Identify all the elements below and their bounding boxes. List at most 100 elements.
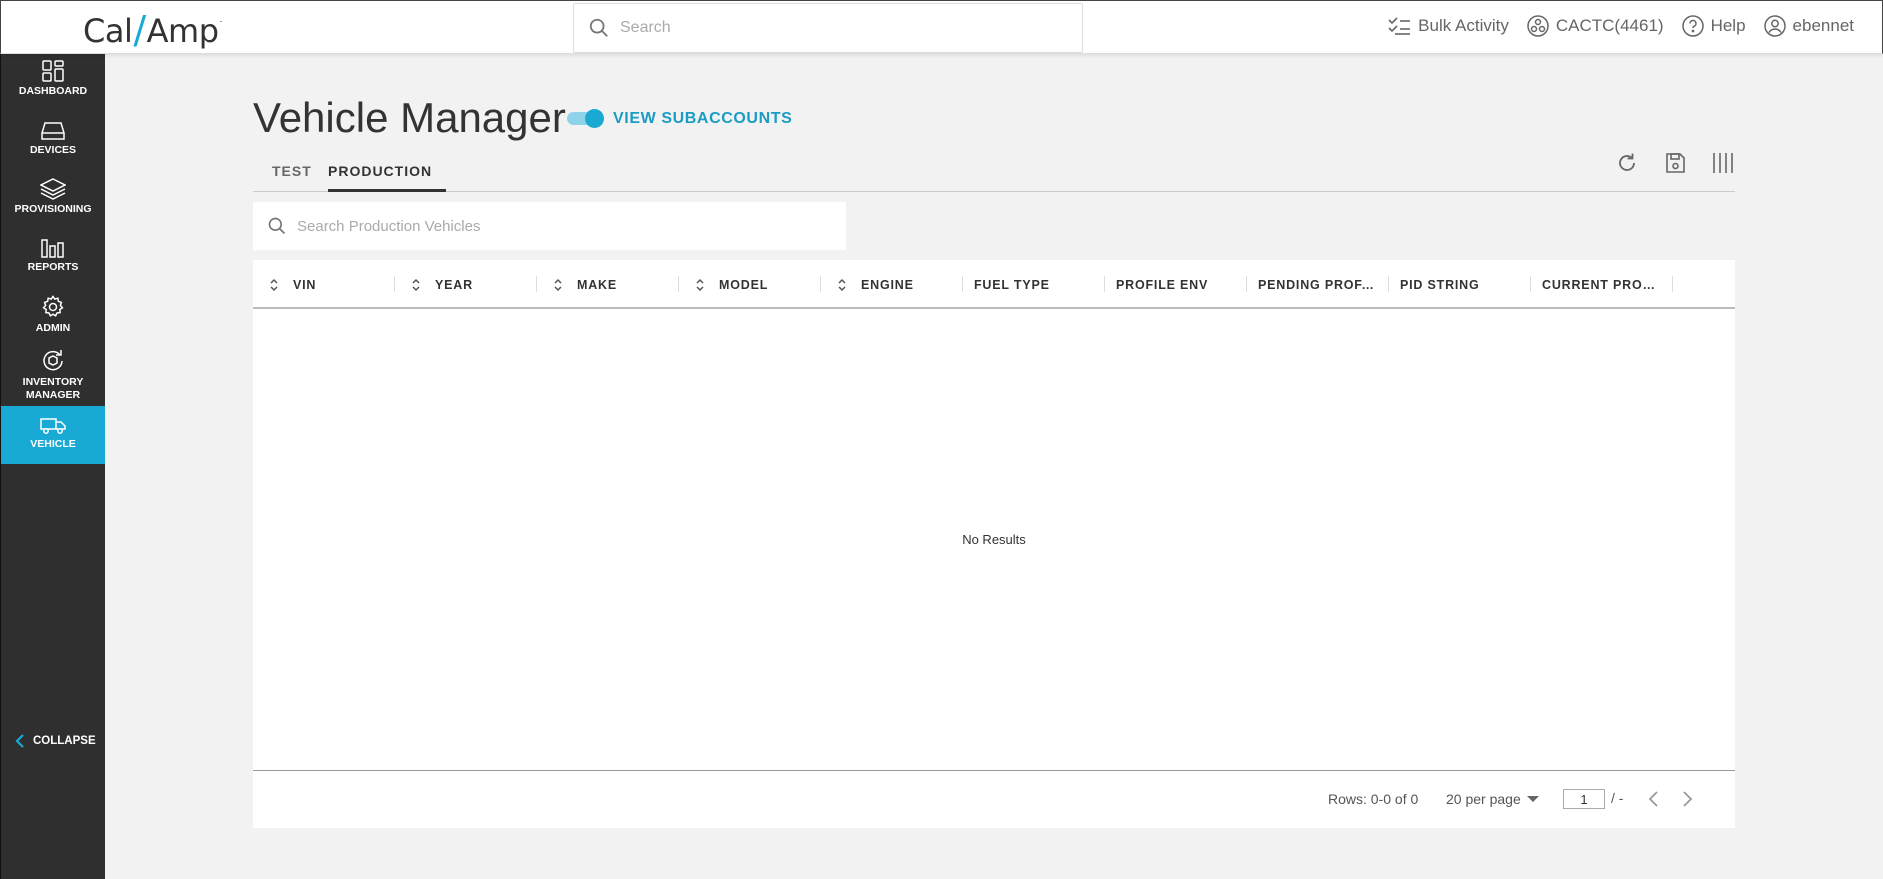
page-title: Vehicle Manager [253,94,566,141]
vehicles-table: VIN YEAR MAKE MODEL ENGINE FUEL TYPE PROFILE E… [253,260,1735,828]
column-header-label: VIN [293,277,317,292]
column-header[interactable]: MAKE [537,260,679,309]
page-number-input[interactable] [1563,789,1605,809]
sort-icon [411,278,427,292]
column-header[interactable]: YEAR [395,260,537,309]
search-icon [268,217,286,235]
columns-icon [1713,153,1733,173]
user-icon [1763,15,1786,37]
logo-text-right: Amp [146,12,219,50]
empty-state-message: No Results [962,532,1026,547]
sidebar-item-label: VEHICLE [30,438,76,450]
inventory-icon [43,350,63,371]
prev-page-button[interactable] [1645,789,1663,809]
caret-down-icon [1526,796,1539,802]
column-header-label: FUEL TYPE [974,277,1050,292]
active-tab-indicator [328,189,446,192]
toggle-knob [585,109,604,128]
column-header-label: MAKE [577,277,618,292]
global-search-input[interactable] [620,19,1060,37]
account-selector[interactable]: CACTC(4461) [1527,15,1664,37]
sidebar-item-admin[interactable]: ADMIN [1,285,105,342]
column-header-label: ENGINE [861,277,914,292]
sidebar-item-vehicle[interactable]: VEHICLE [1,406,105,464]
help-icon [1681,15,1704,37]
collapse-button[interactable]: COLLAPSE [15,734,96,748]
column-divider [1672,276,1673,292]
sort-icon [837,278,853,292]
tab-test[interactable]: TEST [272,163,312,179]
save-icon [1666,153,1685,173]
column-header[interactable]: ENGINE [821,260,963,309]
column-header-label: CURRENT PROF. ... [1542,277,1662,292]
column-header[interactable]: CURRENT PROF. ... [1531,260,1673,309]
table-search [253,202,846,250]
per-page-select[interactable]: 20 per page [1446,791,1539,807]
sort-icon [269,278,285,292]
account-label: CACTC(4461) [1555,16,1664,35]
sidebar-nav: DASHBOARD DEVICES PROVISIONING REPORTS A… [0,54,105,879]
sidebar-item-label: INVENTORY [22,376,84,388]
save-view-button[interactable] [1663,151,1687,175]
column-header[interactable]: FUEL TYPE [963,260,1105,309]
truck-icon [40,418,66,434]
sidebar-item-dashboard[interactable]: DASHBOARD [1,54,105,112]
view-subaccounts-label[interactable]: VIEW SUBACCOUNTS [613,110,792,128]
chevron-left-icon [15,734,24,748]
bulk-activity-link[interactable]: Bulk Activity [1387,16,1509,36]
environment-tabs: TEST PRODUCTION [253,153,1735,192]
column-header[interactable]: MODEL [679,260,821,309]
column-header[interactable]: PID STRING [1389,260,1531,309]
columns-button[interactable] [1711,151,1735,175]
column-header[interactable]: PROFILE ENV [1105,260,1247,309]
device-icon [41,122,65,140]
bulk-activity-label: Bulk Activity [1418,16,1509,35]
next-page-button[interactable] [1678,789,1696,809]
chevron-right-icon [1683,791,1693,807]
bar-chart-icon [41,239,64,258]
top-header: Cal/Amp. Bulk Activity CACTC(4461) Help … [0,0,1883,54]
sidebar-item-inventory-manager[interactable]: INVENTORY MANAGER [1,342,105,406]
layers-icon [40,178,66,200]
search-production-vehicles-input[interactable] [297,217,817,235]
rows-info: Rows: 0-0 of 0 [1328,791,1419,807]
tab-production[interactable]: PRODUCTION [328,163,432,179]
page-total: / - [1611,790,1624,806]
logo-mark: . [219,15,223,25]
search-icon [589,18,608,37]
column-header-label: YEAR [435,277,473,292]
column-header-label: MODEL [719,277,769,292]
per-page-value: 20 per page [1446,791,1521,807]
sidebar-item-provisioning[interactable]: PROVISIONING [1,170,105,228]
user-label: ebennet [1792,16,1854,35]
dashboard-icon [42,60,64,82]
collapse-label: COLLAPSE [33,735,96,747]
sidebar-item-reports[interactable]: REPORTS [1,228,105,285]
calamp-logo[interactable]: Cal / Amp. [83,8,223,53]
user-menu[interactable]: ebennet [1763,15,1854,37]
sidebar-item-devices[interactable]: DEVICES [1,112,105,170]
view-subaccounts-toggle[interactable] [567,109,604,128]
table-footer: Rows: 0-0 of 0 20 per page / - [253,770,1735,828]
refresh-icon [1619,153,1635,171]
help-label: Help [1710,16,1746,35]
sidebar-item-label: DEVICES [29,144,77,156]
gear-icon [42,295,64,317]
column-header-label: PID STRING [1400,277,1480,292]
table-tools [1591,151,1735,175]
refresh-button[interactable] [1615,151,1639,175]
column-header-label: PENDING PROF. V... [1258,277,1378,292]
header-actions: Bulk Activity CACTC(4461) Help ebennet [1369,15,1854,37]
sidebar-item-label: PROVISIONING [14,203,92,215]
sidebar-item-label: REPORTS [27,261,79,273]
column-header[interactable]: VIN [253,260,395,309]
logo-slash: / [133,8,146,52]
checklist-icon [1388,17,1411,35]
column-header-label: PROFILE ENV [1116,277,1209,292]
column-header[interactable]: PENDING PROF. V... [1247,260,1389,309]
sidebar-item-label: ADMIN [35,322,71,334]
global-search [573,3,1083,53]
chevron-left-icon [1648,791,1658,807]
help-link[interactable]: Help [1681,15,1746,37]
account-icon [1527,15,1549,37]
